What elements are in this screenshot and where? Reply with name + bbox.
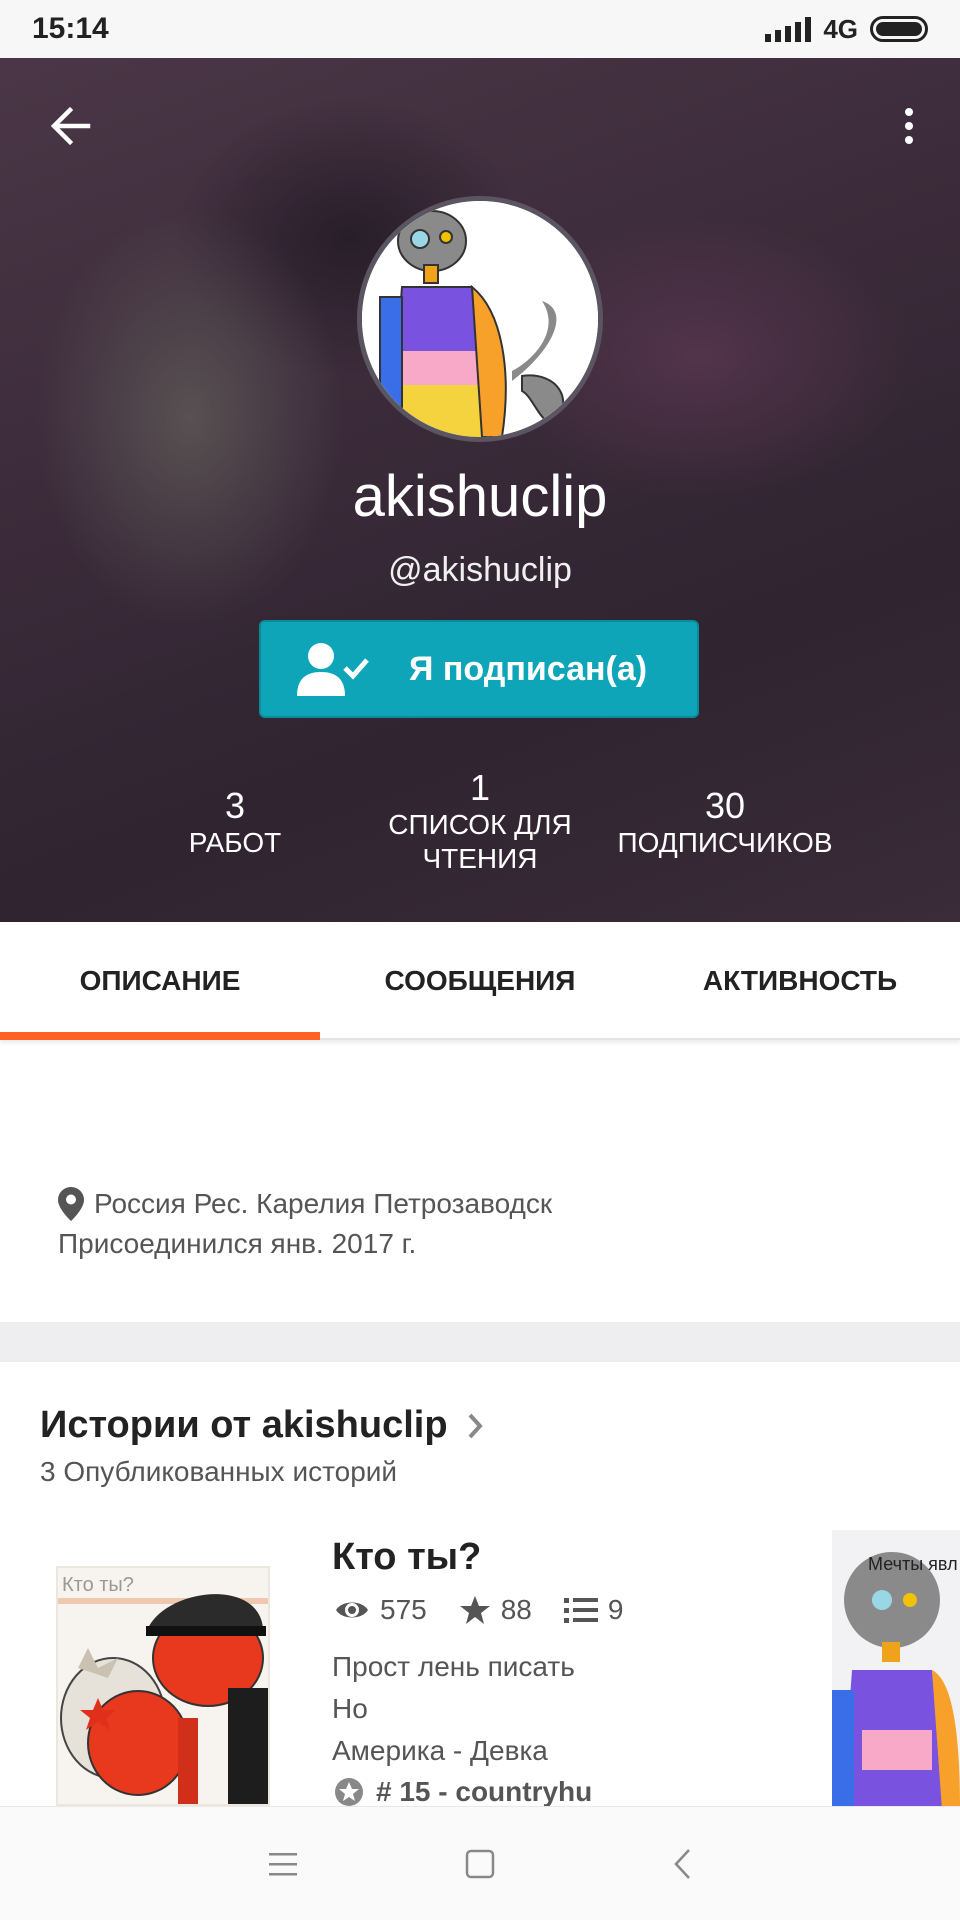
tab-messages[interactable]: СООБЩЕНИЯ [320, 922, 640, 1040]
more-dot-icon [905, 108, 913, 116]
following-button[interactable]: Я подписан(а) [259, 620, 699, 718]
joined-date: Присоединился янв. 2017 г. [58, 1228, 417, 1259]
story-rank-text: # 15 - countryhu [376, 1776, 593, 1807]
story-description-line: Америка - Девка [332, 1735, 548, 1766]
story-cover-art [58, 1594, 268, 1804]
system-navigation-bar [0, 1806, 960, 1920]
stat-reading-list[interactable]: 1 СПИСОК ДЛЯ ЧТЕНИЯ [370, 768, 590, 876]
tab-description[interactable]: ОПИСАНИЕ [0, 922, 320, 1040]
back-button[interactable] [42, 98, 98, 154]
more-options-button[interactable] [886, 98, 932, 154]
story-views: 575 [334, 1594, 427, 1626]
story-parts-count: 9 [607, 1594, 624, 1625]
stories-count: 3 Опубликованных историй [40, 1456, 398, 1487]
about-info: Россия Рес. Карелия Петрозаводск Присоед… [58, 1184, 918, 1264]
network-type: 4G [823, 13, 858, 44]
stories-section-header[interactable]: Истории от akishuclip [40, 1404, 490, 1447]
status-time: 15:14 [32, 12, 109, 45]
stat-followers[interactable]: 30 ПОДПИСЧИКОВ [600, 786, 850, 860]
second-story-cover[interactable]: Мечты явл [832, 1530, 960, 1810]
rank-badge-icon [335, 1778, 363, 1806]
stat-followers-label: ПОДПИСЧИКОВ [617, 827, 833, 858]
profile-username: akishuclip [352, 464, 608, 529]
signal-icon [765, 16, 812, 42]
square-home-icon [465, 1849, 495, 1879]
profile-tabs: ОПИСАНИЕ СООБЩЕНИЯ АКТИВНОСТЬ [0, 922, 960, 1040]
story-description-line: Но [332, 1693, 368, 1724]
list-icon [563, 1598, 598, 1623]
story-description: Прост лень писать Но Америка - Девка [332, 1646, 575, 1772]
profile-header: akishuclip @akishuclip Я подписан(а) 3 Р… [0, 58, 960, 922]
story-title[interactable]: Кто ты? [332, 1536, 481, 1579]
story-stats: 575 88 9 [334, 1594, 641, 1626]
status-bar: 15:14 4G [0, 0, 960, 58]
stat-reading-list-label: СПИСОК ДЛЯ ЧТЕНИЯ [388, 809, 572, 874]
second-story-cover-title: Мечты явл [868, 1554, 958, 1574]
stat-works-label: РАБОТ [188, 827, 282, 858]
menu-button[interactable] [248, 1829, 318, 1899]
profile-handle: @akishuclip [388, 551, 572, 589]
star-icon [459, 1596, 490, 1624]
story-cover-title: Кто ты? [62, 1574, 134, 1596]
story-cover[interactable]: Кто ты? [56, 1566, 270, 1806]
location-text: Россия Рес. Карелия Петрозаводск [94, 1188, 553, 1219]
story-votes: 88 [459, 1594, 532, 1626]
stat-works[interactable]: 3 РАБОТ [160, 786, 310, 860]
tab-activity[interactable]: АКТИВНОСТЬ [640, 922, 960, 1040]
stat-works-value: 3 [224, 785, 246, 826]
chevron-right-icon [468, 1413, 483, 1438]
home-button[interactable] [445, 1829, 515, 1899]
menu-icon [269, 1853, 297, 1876]
more-dot-icon [905, 122, 913, 130]
story-rank[interactable]: # 15 - countryhu [334, 1776, 592, 1808]
location-row: Россия Рес. Карелия Петрозаводск [58, 1184, 918, 1224]
avatar[interactable] [357, 196, 603, 442]
section-divider [0, 1322, 960, 1362]
story-votes-count: 88 [500, 1594, 532, 1625]
location-pin-icon [58, 1187, 84, 1221]
story-views-count: 575 [380, 1594, 427, 1625]
back-nav-button[interactable] [648, 1829, 718, 1899]
story-parts: 9 [563, 1594, 624, 1626]
more-dot-icon [905, 136, 913, 144]
profile-stats: 3 РАБОТ 1 СПИСОК ДЛЯ ЧТЕНИЯ 30 ПОДПИСЧИК… [0, 768, 960, 888]
active-tab-indicator [0, 1032, 320, 1040]
status-indicators: 4G [765, 14, 928, 45]
avatar-character-image [362, 201, 598, 437]
eye-icon [336, 1602, 368, 1618]
stat-reading-list-value: 1 [469, 767, 491, 808]
following-button-label: Я подписан(а) [409, 649, 648, 688]
back-arrow-icon [50, 106, 91, 146]
stat-followers-value: 30 [704, 785, 746, 826]
user-check-icon [297, 643, 369, 696]
stories-section-title: Истории от akishuclip [40, 1404, 448, 1446]
battery-icon [870, 16, 928, 42]
back-chevron-icon [674, 1849, 690, 1879]
story-description-line: Прост лень писать [332, 1651, 575, 1682]
